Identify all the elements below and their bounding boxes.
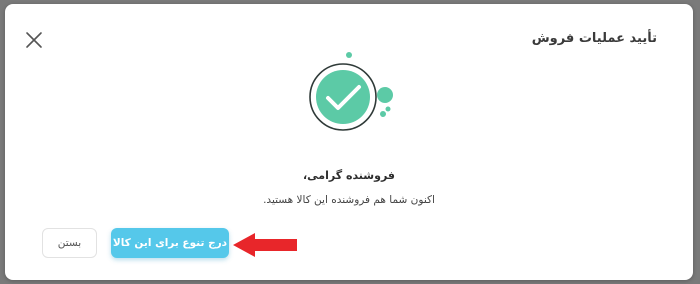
check-circle-icon — [309, 52, 393, 131]
dialog-title: تأیید عملیات فروش — [531, 31, 657, 46]
add-variant-button[interactable]: درج تنوع برای این کالا — [111, 228, 229, 258]
confirmation-message: اکنون شما هم فروشنده این کالا هستید. — [263, 194, 435, 206]
success-illustration — [305, 51, 395, 136]
greeting-heading: فروشنده گرامی، — [303, 169, 395, 182]
red-arrow-icon — [231, 232, 299, 258]
close-button[interactable]: بستن — [42, 228, 97, 258]
confirm-sale-dialog: تأیید عملیات فروش فروشنده گرامی، اکنون ش… — [5, 4, 693, 280]
close-icon[interactable] — [24, 30, 44, 50]
